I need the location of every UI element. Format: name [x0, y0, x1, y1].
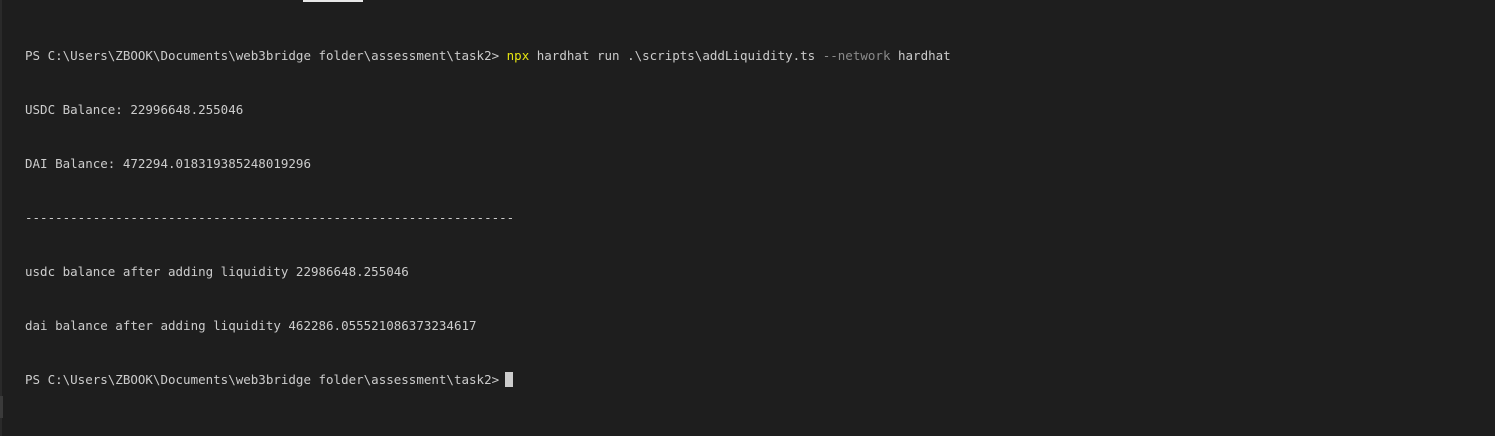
panel-left-border	[0, 0, 2, 436]
final-prompt: PS C:\Users\ZBOOK\Documents\web3bridge f…	[25, 372, 500, 387]
active-tab-indicator	[303, 0, 363, 2]
prompt: PS C:\Users\ZBOOK\Documents\web3bridge f…	[25, 48, 500, 63]
output-line-dai-balance: DAI Balance: 472294.018319385248019296	[25, 156, 311, 171]
output-line-separator: ----------------------------------------…	[25, 210, 515, 225]
command-flag: --network	[822, 48, 891, 63]
command-line: PS C:\Users\ZBOOK\Documents\web3bridge f…	[25, 47, 951, 65]
text-cursor	[505, 372, 514, 387]
command-executable: npx	[506, 48, 530, 63]
command-args: hardhat run .\scripts\addLiquidity.ts	[529, 48, 823, 63]
output-line-usdc-after: usdc balance after adding liquidity 2298…	[25, 264, 409, 279]
terminal-output: PS C:\Users\ZBOOK\Documents\web3bridge f…	[25, 11, 951, 425]
output-line-dai-after: dai balance after adding liquidity 46228…	[25, 318, 477, 333]
output-line-usdc-balance: USDC Balance: 22996648.255046	[25, 102, 244, 117]
command-flag-value: hardhat	[890, 48, 951, 63]
terminal-panel[interactable]: PS C:\Users\ZBOOK\Documents\web3bridge f…	[0, 0, 1495, 436]
input-line[interactable]: PS C:\Users\ZBOOK\Documents\web3bridge f…	[25, 371, 951, 389]
scroll-marker	[0, 396, 3, 418]
